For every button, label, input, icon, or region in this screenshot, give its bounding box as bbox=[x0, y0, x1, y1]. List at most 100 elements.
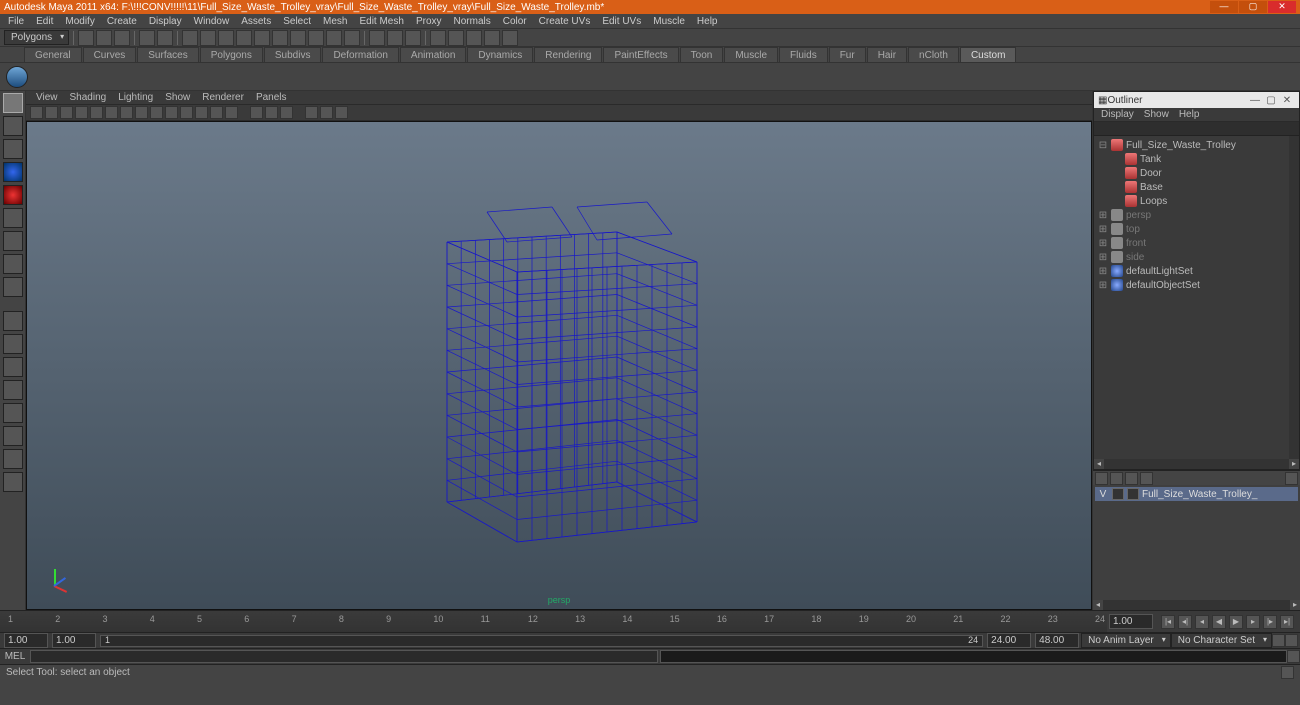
outliner-search[interactable] bbox=[1094, 122, 1299, 136]
menu-select[interactable]: Select bbox=[278, 16, 316, 27]
cmd-input[interactable] bbox=[30, 650, 658, 663]
vp-hq-icon[interactable] bbox=[225, 106, 238, 119]
lasso-icon[interactable] bbox=[200, 30, 216, 46]
shelf-tab-custom[interactable]: Custom bbox=[960, 47, 1016, 62]
vp-shadows-icon[interactable] bbox=[210, 106, 223, 119]
scroll-left-button[interactable]: ◂ bbox=[1094, 459, 1104, 469]
shelf-tab-subdivs[interactable]: Subdivs bbox=[264, 47, 322, 62]
character-set-dropdown[interactable]: No Character Set bbox=[1171, 633, 1272, 648]
layer-tool3-icon[interactable] bbox=[1125, 472, 1138, 485]
move-icon[interactable] bbox=[236, 30, 252, 46]
custom-shelf-icon[interactable] bbox=[6, 66, 28, 88]
range-slider[interactable]: 1 24 bbox=[100, 635, 983, 647]
show-manip-tool[interactable] bbox=[3, 277, 23, 297]
vp-grid-icon[interactable] bbox=[75, 106, 88, 119]
move-tool[interactable] bbox=[3, 162, 23, 182]
minimize-button[interactable]: — bbox=[1210, 1, 1238, 13]
menu-create-uvs[interactable]: Create UVs bbox=[534, 16, 596, 27]
single-view-icon[interactable] bbox=[3, 311, 23, 331]
layout4-icon[interactable] bbox=[3, 426, 23, 446]
shelf-tab-fluids[interactable]: Fluids bbox=[779, 47, 828, 62]
vp-xray-icon[interactable] bbox=[265, 106, 278, 119]
shelf-tab-animation[interactable]: Animation bbox=[400, 47, 466, 62]
panel1-icon[interactable] bbox=[466, 30, 482, 46]
outliner-titlebar[interactable]: ▦ Outliner — ▢ ✕ bbox=[1094, 92, 1299, 108]
shelf-tab-hair[interactable]: Hair bbox=[867, 47, 907, 62]
menu-color[interactable]: Color bbox=[498, 16, 532, 27]
outliner-hscroll[interactable]: ◂▸ bbox=[1094, 459, 1299, 469]
new-scene-icon[interactable] bbox=[78, 30, 94, 46]
four-view-icon[interactable] bbox=[3, 334, 23, 354]
layout3-icon[interactable] bbox=[3, 403, 23, 423]
vp-safe-action-icon[interactable] bbox=[120, 106, 133, 119]
mode-dropdown[interactable]: Polygons bbox=[4, 30, 69, 45]
render-icon[interactable] bbox=[369, 30, 385, 46]
outliner-item[interactable]: Base bbox=[1096, 180, 1297, 194]
play-forward-button[interactable]: ▶ bbox=[1229, 615, 1243, 629]
outliner-menu-display[interactable]: Display bbox=[1098, 109, 1137, 120]
two-stacked-icon[interactable] bbox=[3, 357, 23, 377]
outliner-close-button[interactable]: ✕ bbox=[1279, 95, 1295, 106]
menu-muscle[interactable]: Muscle bbox=[648, 16, 690, 27]
save-scene-icon[interactable] bbox=[114, 30, 130, 46]
menu-edit-mesh[interactable]: Edit Mesh bbox=[354, 16, 408, 27]
vpmenu-renderer[interactable]: Renderer bbox=[198, 92, 248, 103]
vp-xray-joints-icon[interactable] bbox=[280, 106, 293, 119]
menu-normals[interactable]: Normals bbox=[449, 16, 496, 27]
prefs-icon[interactable] bbox=[1285, 634, 1298, 647]
vpmenu-shading[interactable]: Shading bbox=[66, 92, 111, 103]
next-key-button[interactable]: |▸ bbox=[1263, 615, 1277, 629]
vp-smooth-shade-icon[interactable] bbox=[165, 106, 178, 119]
play-back-button[interactable]: ◀ bbox=[1212, 615, 1226, 629]
playback-start-field[interactable] bbox=[52, 633, 96, 648]
undo-icon[interactable] bbox=[139, 30, 155, 46]
shelf-tab-surfaces[interactable]: Surfaces bbox=[137, 47, 198, 62]
snap-grid-icon[interactable] bbox=[290, 30, 306, 46]
lasso-tool[interactable] bbox=[3, 116, 23, 136]
close-button[interactable]: ✕ bbox=[1268, 1, 1296, 13]
viewport-menubar[interactable]: ViewShadingLightingShowRendererPanels bbox=[26, 91, 1092, 105]
help-icon[interactable] bbox=[344, 30, 360, 46]
cmd-language-label[interactable]: MEL bbox=[0, 651, 30, 662]
layer-tool2-icon[interactable] bbox=[1110, 472, 1123, 485]
current-frame-field[interactable] bbox=[1109, 614, 1153, 629]
menu-create[interactable]: Create bbox=[102, 16, 142, 27]
vp-res-gate-icon[interactable] bbox=[105, 106, 118, 119]
vp-image-plane-icon[interactable] bbox=[60, 106, 73, 119]
shelf-tab-curves[interactable]: Curves bbox=[83, 47, 137, 62]
rotate-icon[interactable] bbox=[254, 30, 270, 46]
outliner-item[interactable]: ⊟Full_Size_Waste_Trolley bbox=[1096, 138, 1297, 152]
scale-tool[interactable] bbox=[3, 208, 23, 228]
autokey-icon[interactable] bbox=[1272, 634, 1285, 647]
outliner-item[interactable]: ⊞front bbox=[1096, 236, 1297, 250]
shelf-tab-fur[interactable]: Fur bbox=[829, 47, 866, 62]
outliner-item[interactable]: Door bbox=[1096, 166, 1297, 180]
shelf-tab-toon[interactable]: Toon bbox=[680, 47, 724, 62]
vpmenu-panels[interactable]: Panels bbox=[252, 92, 291, 103]
menu-assets[interactable]: Assets bbox=[236, 16, 276, 27]
shelf-tabs[interactable]: GeneralCurvesSurfacesPolygonsSubdivsDefo… bbox=[0, 47, 1300, 63]
shelf-tab-polygons[interactable]: Polygons bbox=[200, 47, 263, 62]
prev-key-button[interactable]: ◂| bbox=[1178, 615, 1192, 629]
quick-layout-icon[interactable] bbox=[448, 30, 464, 46]
timeline-ruler[interactable]: 123456789101112131415161718192021222324 bbox=[0, 612, 1107, 632]
vpmenu-view[interactable]: View bbox=[32, 92, 62, 103]
vp-select-camera-icon[interactable] bbox=[30, 106, 43, 119]
shelf-tab-painteffects[interactable]: PaintEffects bbox=[603, 47, 678, 62]
outliner-item[interactable]: ⊞top bbox=[1096, 222, 1297, 236]
outliner-menu-show[interactable]: Show bbox=[1141, 109, 1172, 120]
render-settings-icon[interactable] bbox=[405, 30, 421, 46]
shelf-tab-deformation[interactable]: Deformation bbox=[322, 47, 398, 62]
timeline[interactable]: 123456789101112131415161718192021222324 … bbox=[0, 610, 1300, 632]
panel2-icon[interactable] bbox=[484, 30, 500, 46]
vpmenu-lighting[interactable]: Lighting bbox=[114, 92, 157, 103]
open-scene-icon[interactable] bbox=[96, 30, 112, 46]
anim-layer-dropdown[interactable]: No Anim Layer bbox=[1081, 633, 1171, 648]
status-tool-icon[interactable] bbox=[1281, 666, 1294, 679]
paint-tool[interactable] bbox=[3, 139, 23, 159]
maximize-button[interactable]: ▢ bbox=[1239, 1, 1267, 13]
outliner-item[interactable]: ⊞side bbox=[1096, 250, 1297, 264]
layer-state-swatch[interactable] bbox=[1127, 488, 1139, 500]
outliner-menu[interactable]: DisplayShowHelp bbox=[1094, 108, 1299, 122]
vp-gamma-icon[interactable] bbox=[320, 106, 333, 119]
